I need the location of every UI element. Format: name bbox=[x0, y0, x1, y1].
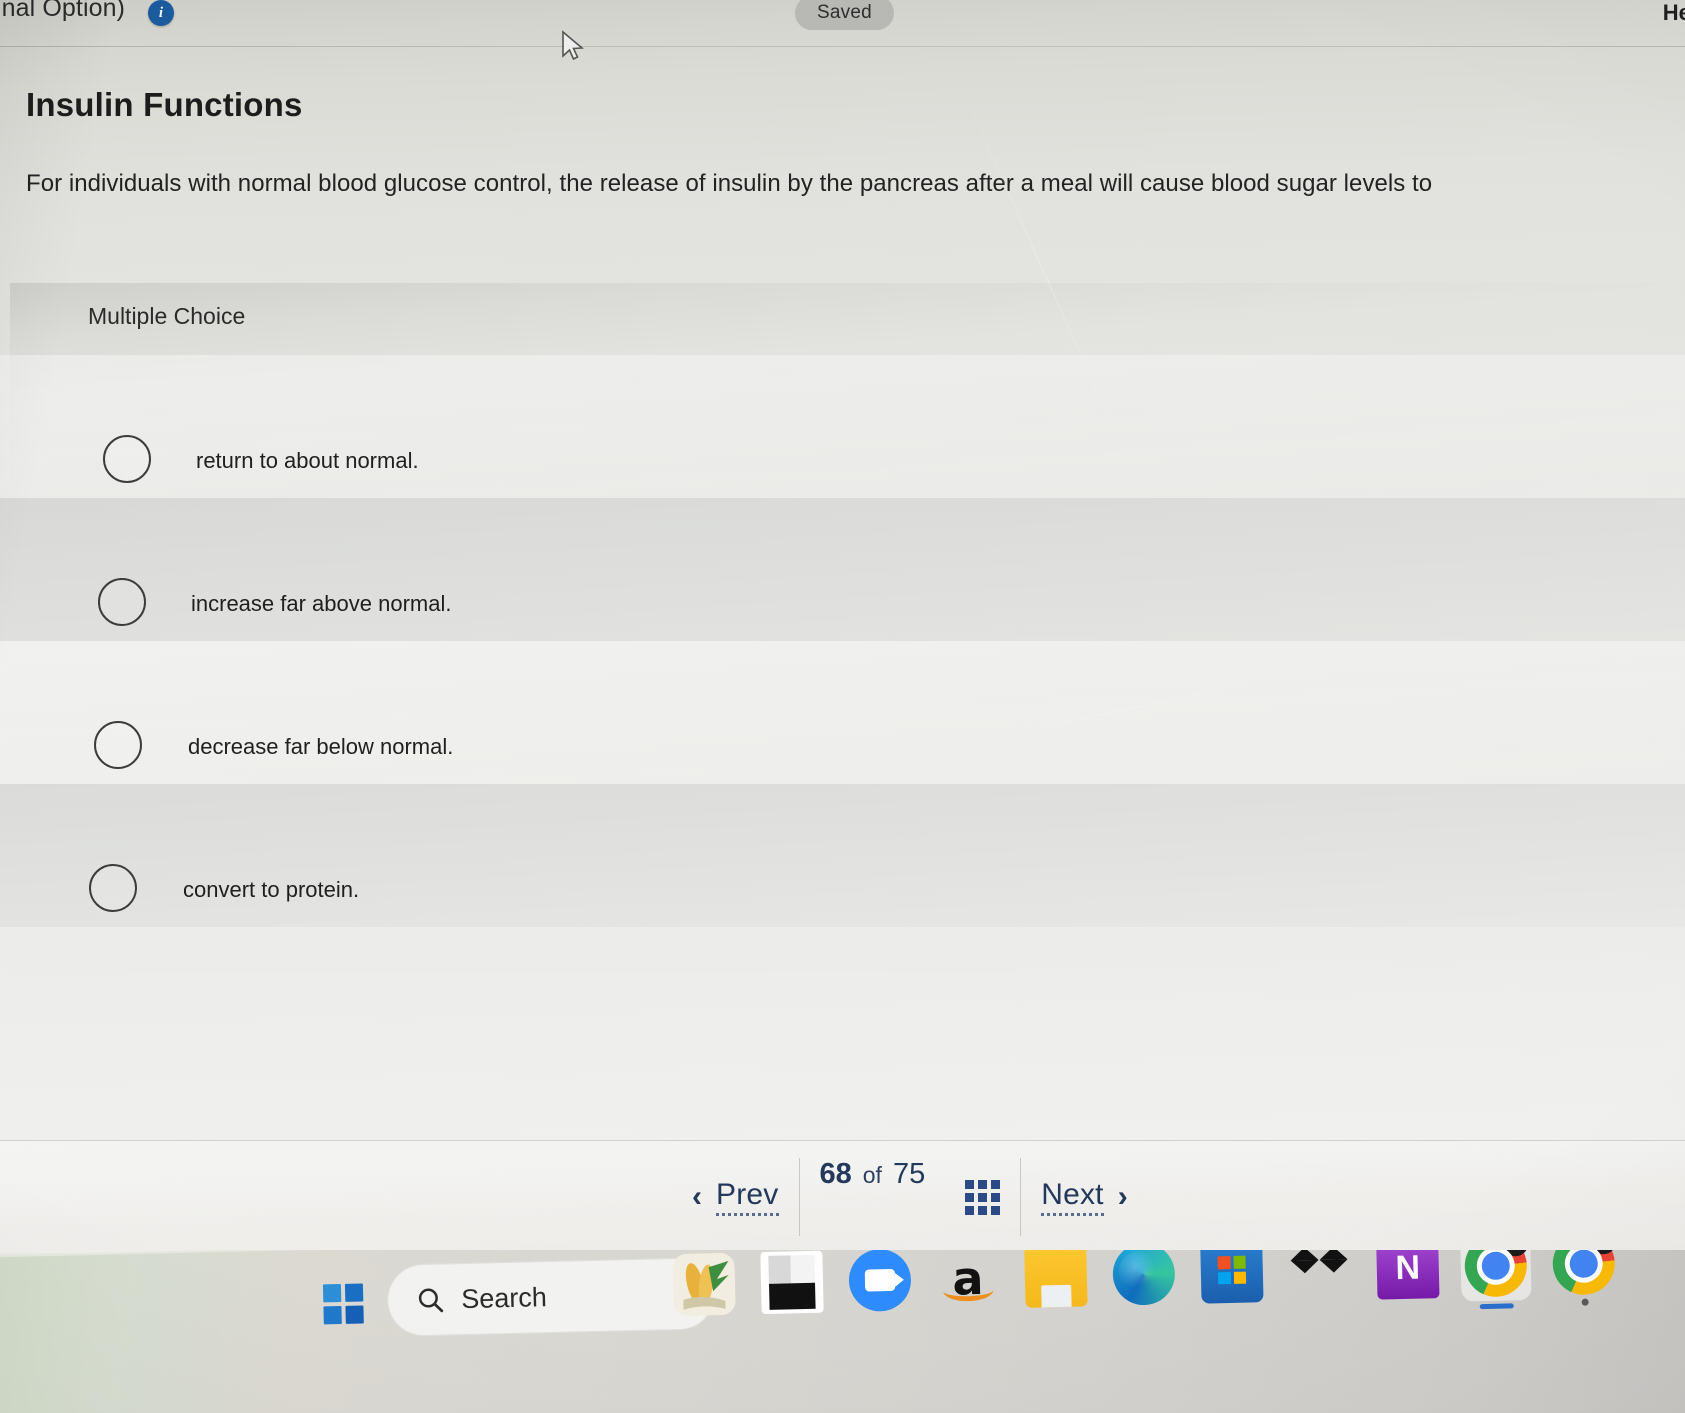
folder-doc-glyph bbox=[1041, 1284, 1072, 1308]
chrome-active-window[interactable] bbox=[1459, 1250, 1532, 1310]
quiz-screen-photo: inal Option) i Saved Hel Insulin Functio… bbox=[0, 0, 1685, 1413]
amazon-smile-glyph bbox=[942, 1279, 994, 1302]
answer-option-row[interactable]: decrease far below normal. bbox=[0, 641, 1685, 784]
taskbar-active-indicator bbox=[1479, 1303, 1514, 1310]
google-chrome-icon[interactable] bbox=[1464, 1250, 1529, 1310]
search-placeholder: Search bbox=[460, 1281, 548, 1314]
app-topbar: inal Option) i Saved Hel bbox=[0, 0, 1685, 46]
radio-button[interactable] bbox=[94, 721, 142, 769]
radio-button[interactable] bbox=[89, 864, 137, 912]
answer-option-label: return to about normal. bbox=[196, 448, 419, 473]
search-input[interactable]: Search bbox=[386, 1257, 717, 1337]
question-title: Insulin Functions bbox=[26, 86, 303, 123]
option-background bbox=[0, 498, 1685, 641]
windows-start-icon[interactable] bbox=[322, 1283, 364, 1325]
amazon-icon[interactable]: a bbox=[936, 1250, 999, 1310]
topbar-divider bbox=[0, 46, 1685, 47]
chrome-profile-badge-icon bbox=[1501, 1250, 1529, 1257]
zoom-camera-glyph bbox=[864, 1268, 896, 1292]
corn-photo-icon[interactable] bbox=[672, 1252, 736, 1317]
counter-of-label: of bbox=[862, 1162, 882, 1188]
prev-button-label: Prev bbox=[716, 1178, 779, 1216]
dropbox-icon[interactable] bbox=[1288, 1250, 1351, 1302]
zoom-icon[interactable] bbox=[848, 1250, 912, 1312]
option-background bbox=[0, 641, 1685, 784]
total-questions: 75 bbox=[892, 1158, 926, 1190]
next-button-label: Next bbox=[1041, 1178, 1104, 1216]
prev-question-button[interactable]: ‹ Prev bbox=[672, 1158, 799, 1236]
question-counter: 68 of 75 bbox=[800, 1158, 946, 1236]
next-question-button[interactable]: Next › bbox=[1021, 1158, 1148, 1236]
taskbar-running-indicator bbox=[1581, 1298, 1589, 1306]
radio-button[interactable] bbox=[98, 578, 146, 626]
chrome-profile-badge-icon bbox=[1589, 1250, 1617, 1255]
onenote-letter: N bbox=[1395, 1250, 1421, 1287]
answer-option-label: convert to protein. bbox=[183, 877, 360, 902]
windows-taskbar: Search a N bbox=[0, 1250, 1685, 1413]
question-navigation-bar: ‹ Prev 68 of 75 Next › bbox=[0, 1140, 1685, 1253]
info-icon[interactable]: i bbox=[148, 0, 174, 26]
answer-option-row[interactable]: return to about normal. bbox=[0, 355, 1685, 498]
chevron-right-icon: › bbox=[1117, 1180, 1128, 1213]
answer-option-row[interactable]: increase far above normal. bbox=[0, 498, 1685, 641]
answer-option-label: decrease far below normal. bbox=[188, 734, 454, 759]
page-title-fragment: inal Option) bbox=[0, 0, 126, 22]
answer-option-label: increase far above normal. bbox=[191, 591, 452, 616]
option-background bbox=[0, 784, 1685, 927]
radio-button[interactable] bbox=[103, 435, 151, 483]
onenote-icon[interactable]: N bbox=[1376, 1250, 1440, 1300]
answer-options-list: return to about normal. increase far abo… bbox=[0, 355, 1685, 927]
grid-view-icon[interactable] bbox=[965, 1179, 1001, 1215]
help-button[interactable]: Hel bbox=[1663, 0, 1685, 26]
current-question-number: 68 bbox=[819, 1158, 852, 1190]
question-type-label: Multiple Choice bbox=[88, 303, 246, 329]
file-explorer-icon[interactable] bbox=[1024, 1250, 1088, 1308]
status-badge-saved: Saved bbox=[795, 0, 894, 30]
question-stem: For individuals with normal blood glucos… bbox=[26, 170, 1433, 197]
question-grid-button[interactable] bbox=[945, 1158, 1020, 1236]
mouse-cursor bbox=[562, 30, 585, 61]
adobe-lightroom-icon[interactable] bbox=[760, 1250, 824, 1315]
microsoft-flag-glyph bbox=[1217, 1255, 1247, 1285]
taskbar-app-icons: a N bbox=[672, 1250, 1617, 1317]
navigation-controls: ‹ Prev 68 of 75 Next › bbox=[672, 1158, 1148, 1236]
chevron-left-icon: ‹ bbox=[692, 1180, 702, 1213]
search-icon bbox=[418, 1288, 444, 1313]
answer-option-row[interactable]: convert to protein. bbox=[0, 784, 1685, 927]
option-background bbox=[0, 355, 1685, 498]
microsoft-store-icon[interactable] bbox=[1200, 1250, 1264, 1304]
google-chrome-icon[interactable] bbox=[1552, 1250, 1617, 1306]
microsoft-edge-icon[interactable] bbox=[1112, 1250, 1176, 1306]
